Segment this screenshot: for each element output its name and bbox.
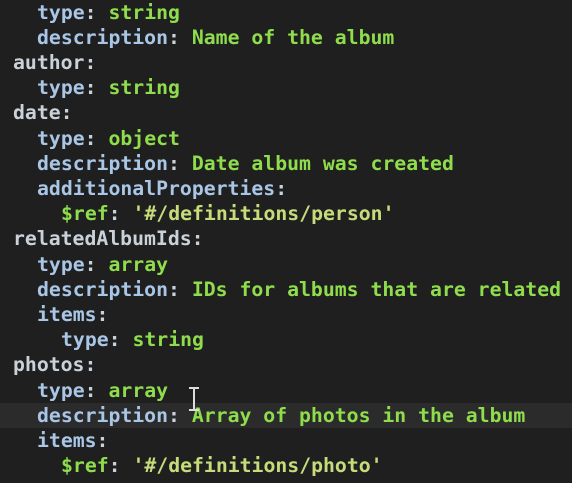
code-line[interactable]: author: (0, 50, 572, 75)
code-line[interactable]: type: array (0, 378, 572, 403)
colon: : (168, 151, 192, 175)
yaml-value: string (108, 76, 180, 100)
yaml-key: photos (13, 353, 85, 377)
yaml-value: string (108, 0, 180, 24)
code-editor[interactable]: type: string description: Name of the alb… (0, 0, 572, 483)
text-cursor-icon (189, 387, 199, 411)
code-line[interactable]: type: object (0, 126, 572, 151)
yaml-key: type (37, 378, 85, 402)
code-line[interactable]: description: Array of photos in the albu… (0, 402, 572, 428)
code-line[interactable]: type: string (0, 0, 572, 25)
yaml-key: date (13, 101, 61, 125)
colon: : (168, 25, 192, 49)
colon: : (60, 101, 73, 125)
colon: : (108, 328, 133, 352)
colon: : (84, 126, 109, 150)
colon: : (84, 0, 109, 24)
code-line[interactable]: additionalProperties: (0, 176, 572, 201)
yaml-value: Date album was created (191, 151, 454, 175)
yaml-key: description (37, 277, 169, 301)
yaml-value: '#/definitions/person' (132, 202, 395, 226)
colon: : (168, 403, 192, 427)
yaml-key: items (37, 302, 97, 326)
code-line[interactable]: photos: (0, 352, 572, 377)
yaml-key: author (13, 50, 85, 74)
yaml-key: description (37, 25, 169, 49)
yaml-value: array (108, 252, 169, 276)
colon: : (84, 378, 109, 402)
code-line[interactable]: type: string (0, 75, 572, 100)
yaml-value: Name of the album (191, 25, 395, 49)
code-line[interactable]: date: (0, 100, 572, 125)
yaml-value: array (108, 378, 169, 402)
colon: : (168, 277, 192, 301)
yaml-value: IDs for albums that are related (191, 277, 562, 301)
colon: : (191, 227, 204, 251)
code-line[interactable]: type: array (0, 252, 572, 277)
yaml-key: description (37, 151, 169, 175)
colon: : (108, 454, 133, 478)
colon: : (108, 202, 133, 226)
yaml-key: type (61, 328, 109, 352)
code-line[interactable]: description: Name of the album (0, 25, 572, 50)
yaml-key: type (37, 76, 85, 100)
yaml-key: type (37, 0, 85, 24)
colon: : (84, 76, 109, 100)
yaml-value: string (132, 328, 204, 352)
colon: : (96, 428, 109, 452)
colon: : (96, 302, 109, 326)
yaml-key: additionalProperties (37, 176, 276, 200)
colon: : (84, 252, 109, 276)
code-line[interactable]: items: (0, 428, 572, 453)
code-line[interactable]: type: string (0, 327, 572, 352)
code-line[interactable]: description: Date album was created (0, 151, 572, 176)
yaml-key: relatedAlbumIds (13, 227, 192, 251)
yaml-key: type (37, 126, 85, 150)
yaml-value: object (108, 126, 180, 150)
yaml-key: type (37, 252, 85, 276)
code-line[interactable]: $ref: '#/definitions/photo' (0, 453, 572, 478)
yaml-value: '#/definitions/photo' (132, 454, 383, 478)
colon: : (275, 176, 288, 200)
yaml-value: Array of photos in the album (191, 403, 526, 427)
yaml-key: $ref (61, 202, 109, 226)
yaml-key: items (37, 428, 97, 452)
colon: : (84, 50, 97, 74)
code-line[interactable]: items: (0, 302, 572, 327)
code-line[interactable]: description: IDs for albums that are rel… (0, 277, 572, 302)
colon: : (84, 353, 97, 377)
code-line[interactable]: relatedAlbumIds: (0, 226, 572, 251)
yaml-key: $ref (61, 454, 109, 478)
code-line[interactable]: $ref: '#/definitions/person' (0, 201, 572, 226)
yaml-key: description (37, 403, 169, 427)
